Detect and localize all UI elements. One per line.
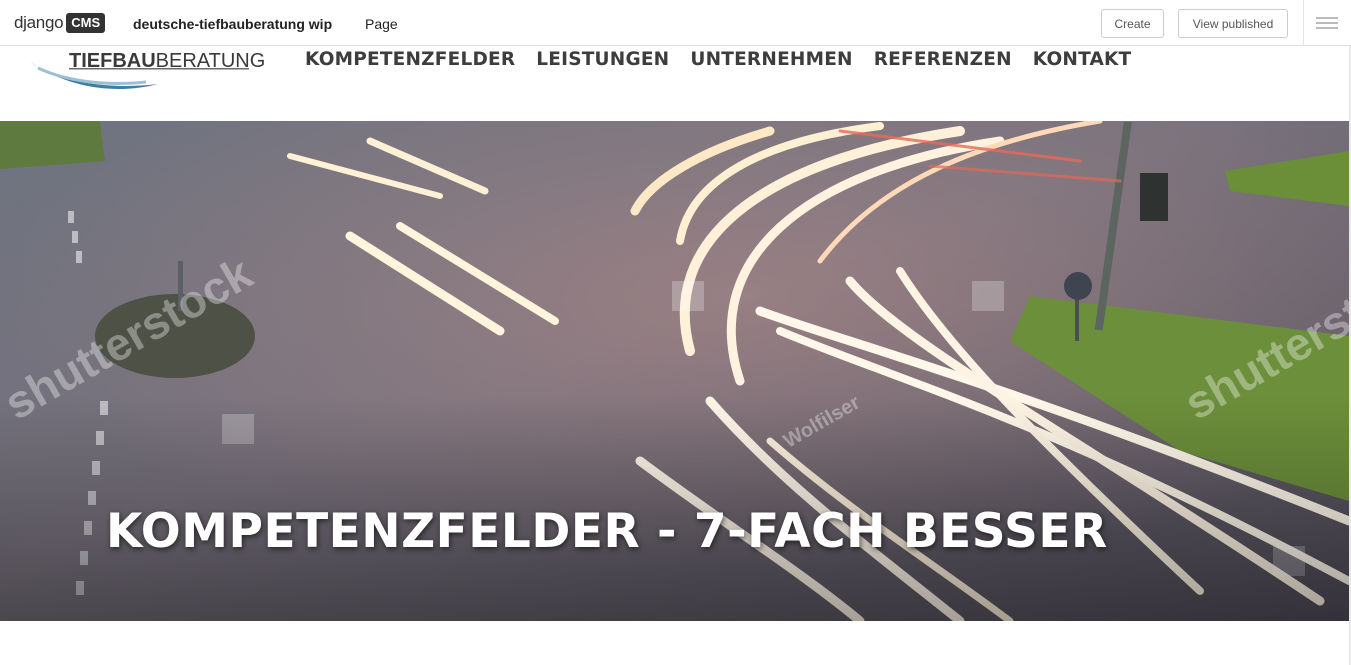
- site-logo[interactable]: TIEFBAUBERATUNG: [28, 46, 265, 94]
- toolbar-divider: [1303, 0, 1304, 46]
- site-header: TIEFBAUBERATUNG KOMPETENZFELDER LEISTUNG…: [0, 46, 1351, 121]
- page-menu[interactable]: Page: [365, 16, 398, 32]
- cms-toolbar: django CMS deutsche-tiefbauberatung wip …: [0, 0, 1351, 46]
- django-logo-text: django: [14, 13, 64, 32]
- nav-item-referenzen[interactable]: REFERENZEN: [874, 49, 1012, 70]
- main-navigation: KOMPETENZFELDER LEISTUNGEN UNTERNEHMEN R…: [305, 49, 1152, 70]
- nav-item-kontakt[interactable]: KONTAKT: [1033, 49, 1132, 70]
- view-published-button[interactable]: View published: [1178, 9, 1288, 38]
- nav-item-unternehmen[interactable]: UNTERNEHMEN: [690, 49, 852, 70]
- nav-item-kompetenzfelder[interactable]: KOMPETENZFELDER: [305, 49, 515, 70]
- hero-title: KOMPETENZFELDER - 7-FACH BESSER: [106, 504, 1108, 559]
- cms-logo-badge: CMS: [66, 13, 106, 33]
- create-button[interactable]: Create: [1101, 9, 1164, 38]
- logo-wordmark: TIEFBAUBERATUNG: [69, 50, 265, 73]
- logo-part-1: TIEFBAU: [69, 50, 156, 72]
- django-cms-logo[interactable]: django CMS: [14, 12, 106, 34]
- hamburger-menu-icon[interactable]: [1316, 17, 1338, 31]
- hero-banner: shutterstock shutterstock Wolfilser KOMP…: [0, 121, 1349, 621]
- site-name-menu[interactable]: deutsche-tiefbauberatung wip: [133, 16, 332, 32]
- logo-part-2: BERATUNG: [155, 50, 266, 72]
- nav-item-leistungen[interactable]: LEISTUNGEN: [536, 49, 669, 70]
